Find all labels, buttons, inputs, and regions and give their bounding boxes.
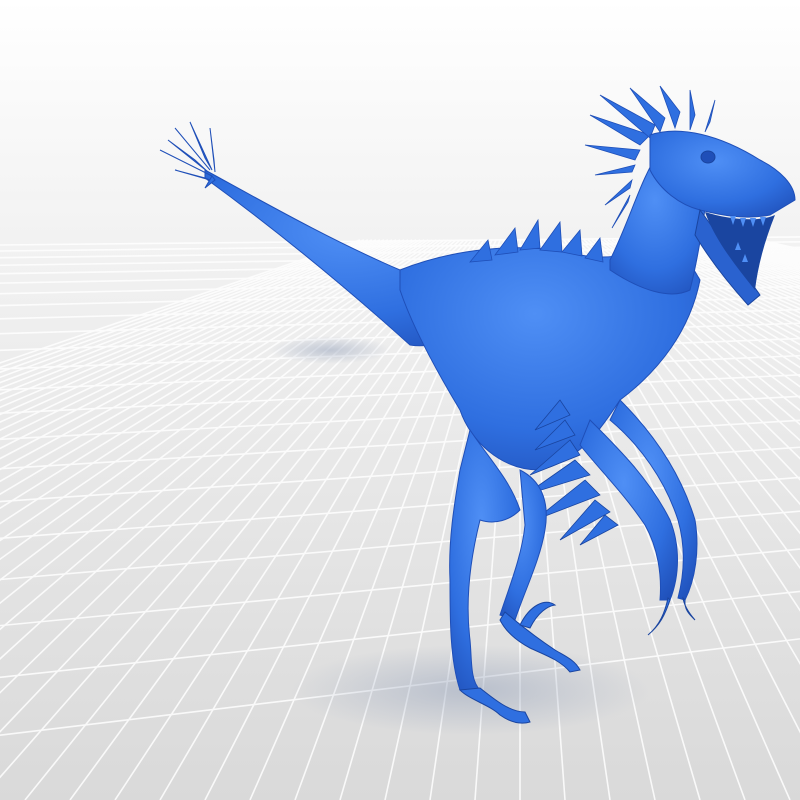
tail-floor-shadow [270, 336, 390, 364]
raptor-eye [700, 150, 716, 164]
model-viewport[interactable] [0, 0, 800, 800]
render-scene [0, 0, 800, 800]
